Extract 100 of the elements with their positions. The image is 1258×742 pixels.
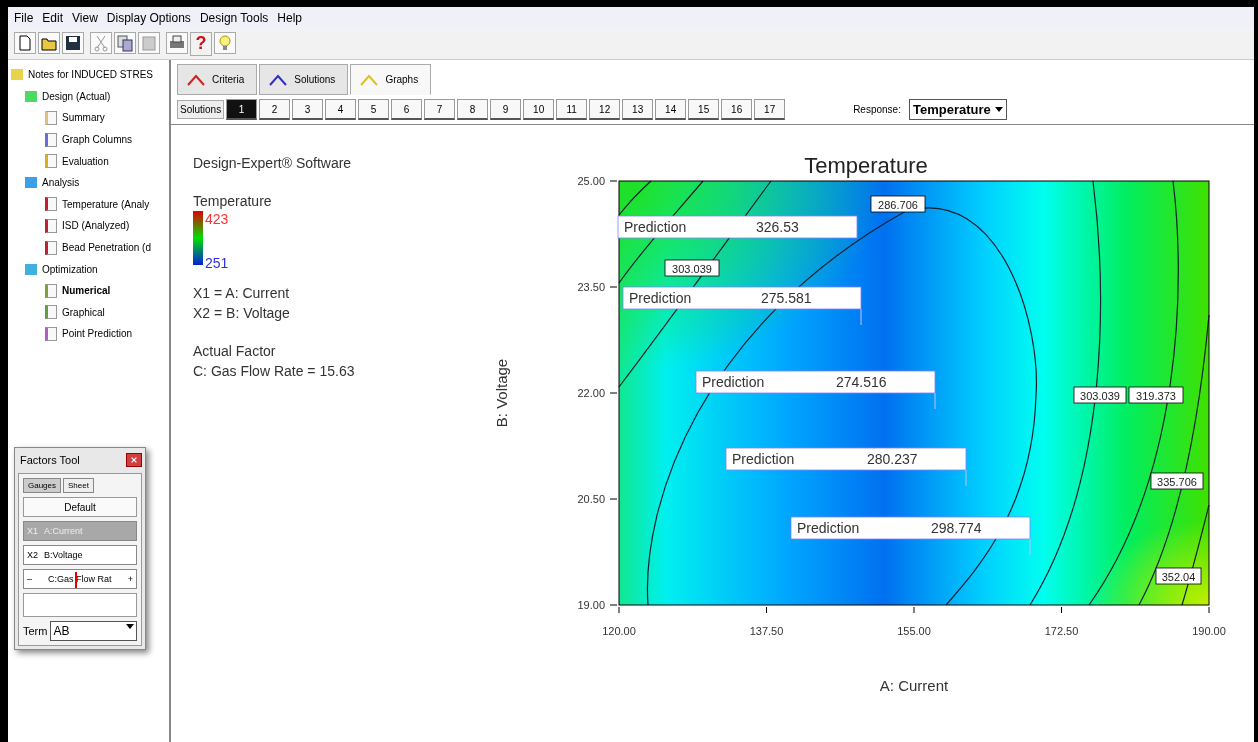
tree-item[interactable]: Notes for INDUCED STRES — [11, 64, 169, 86]
input-field[interactable] — [23, 593, 137, 617]
document-icon — [45, 305, 57, 320]
tree-item[interactable]: Graph Columns — [11, 128, 169, 151]
solution-button[interactable]: 12 — [589, 99, 621, 120]
tree-item[interactable]: Bead Penetration (d — [11, 236, 169, 259]
solution-button[interactable]: 2 — [259, 99, 291, 120]
prediction-label: Prediction 275.581 — [622, 286, 862, 326]
contour-label: 352.04 — [1155, 567, 1202, 585]
copy-icon[interactable] — [114, 32, 136, 54]
tree-item[interactable]: Evaluation — [11, 150, 169, 172]
legend-title: Temperature — [193, 192, 273, 211]
contour-label: 286.706 — [870, 195, 926, 213]
paste-icon[interactable] — [138, 32, 160, 54]
y-axis-label: B: Voltage — [493, 358, 510, 428]
contour-label: 303.039 — [664, 259, 720, 277]
tree-item[interactable]: Analysis — [11, 171, 169, 194]
prediction-label: Prediction 280.237 — [725, 447, 967, 487]
prediction-label: Prediction 298.774 — [790, 516, 1031, 556]
document-icon — [45, 326, 57, 341]
node-icon — [25, 90, 37, 102]
help-button[interactable]: ? — [190, 32, 212, 56]
contour-label: 303.039 — [1073, 386, 1127, 404]
cut-icon[interactable] — [90, 32, 112, 54]
default-button[interactable]: Default — [23, 497, 137, 517]
save-icon[interactable] — [62, 32, 84, 54]
lightbulb-icon[interactable] — [214, 32, 236, 54]
x-tick-label: 137.50 — [749, 625, 784, 637]
chart-title: Temperature — [804, 153, 928, 178]
solution-button[interactable]: 10 — [523, 99, 555, 120]
close-button[interactable] — [126, 453, 142, 467]
tick-mark — [766, 606, 767, 614]
solution-button[interactable]: 3 — [292, 99, 324, 120]
tab[interactable]: Sheet — [63, 478, 94, 493]
tick-mark — [609, 498, 618, 500]
window-title: Factors Tool — [20, 454, 80, 466]
tree-item[interactable]: Point Prediction — [11, 323, 169, 345]
menu-item[interactable]: View — [72, 11, 98, 25]
tick-mark — [1208, 606, 1210, 614]
node-icon — [25, 263, 37, 275]
tree-item[interactable]: Summary — [11, 107, 169, 129]
actual-factor-heading: Actual Factor — [193, 342, 277, 361]
document-icon — [45, 197, 57, 212]
y-tick-label: 19.00 — [577, 599, 605, 611]
factor-row[interactable]: X2 B:Voltage — [23, 545, 137, 565]
solution-button[interactable]: 11 — [556, 99, 588, 120]
document-icon — [45, 240, 57, 255]
caret-icon — [994, 107, 1003, 112]
factor-slider[interactable]: – C:Gas Flow Rat + — [23, 569, 137, 589]
document-icon — [45, 283, 57, 298]
tree-item[interactable]: Graphical — [11, 301, 169, 324]
tick-mark — [609, 392, 618, 394]
open-folder-icon[interactable] — [38, 32, 60, 54]
tree-item[interactable]: ISD (Analyzed) — [11, 215, 169, 237]
solution-button[interactable]: 15 — [688, 99, 720, 120]
y-tick-label: 20.50 — [577, 493, 605, 505]
tree-item[interactable]: Temperature (Analy — [11, 193, 169, 216]
close-icon — [130, 456, 138, 464]
menu-item[interactable]: Display Options — [106, 11, 191, 25]
prediction-label: Prediction 274.516 — [695, 370, 936, 410]
x-tick-label: 172.50 — [1044, 625, 1079, 637]
solution-button[interactable]: 8 — [457, 99, 489, 120]
tab[interactable]: Criteria — [177, 64, 258, 95]
solution-button[interactable]: 1 — [226, 99, 258, 120]
menu-item[interactable]: Edit — [42, 11, 64, 25]
tree-item[interactable]: Optimization — [11, 258, 169, 280]
solution-button[interactable]: 4 — [325, 99, 357, 120]
tab[interactable]: Gauges — [23, 478, 62, 493]
factor-text: X1 = A: Current — [193, 284, 291, 303]
solution-button[interactable]: 7 — [424, 99, 456, 120]
document-icon — [45, 132, 57, 147]
x-tick-label: 120.00 — [602, 625, 636, 637]
menu-item[interactable]: Design Tools — [199, 11, 269, 25]
solution-button[interactable]: 17 — [754, 99, 786, 120]
response-dropdown[interactable]: Temperature — [908, 99, 1007, 120]
tab[interactable]: Solutions — [259, 64, 349, 95]
solution-button[interactable]: 6 — [391, 99, 423, 120]
solution-button[interactable]: 14 — [655, 99, 687, 120]
x-tick-label: 155.00 — [897, 625, 931, 637]
menu-item[interactable]: Help — [277, 11, 303, 25]
tab[interactable]: Graphs — [350, 64, 432, 95]
new-file-icon[interactable] — [14, 32, 36, 54]
solution-button[interactable]: 5 — [358, 99, 390, 120]
tree-item[interactable]: Numerical — [11, 279, 169, 302]
tick-mark — [913, 606, 915, 614]
tick-mark — [609, 286, 618, 288]
solution-button[interactable]: 9 — [490, 99, 522, 120]
solution-button[interactable]: 16 — [721, 99, 753, 120]
response-label: Response: — [853, 104, 901, 115]
print-icon[interactable] — [166, 32, 188, 54]
node-icon — [25, 177, 37, 189]
tree-item[interactable]: Design (Actual) — [11, 85, 169, 108]
y-tick-label: 22.00 — [577, 387, 605, 399]
software-name: Design-Expert® Software — [193, 154, 353, 173]
document-icon — [45, 154, 57, 169]
term-dropdown[interactable]: AB — [50, 621, 137, 641]
solution-button[interactable]: 13 — [622, 99, 654, 120]
menu-item[interactable]: File — [14, 11, 34, 25]
tick-mark — [1061, 606, 1062, 614]
y-tick-label: 25.00 — [577, 175, 605, 187]
